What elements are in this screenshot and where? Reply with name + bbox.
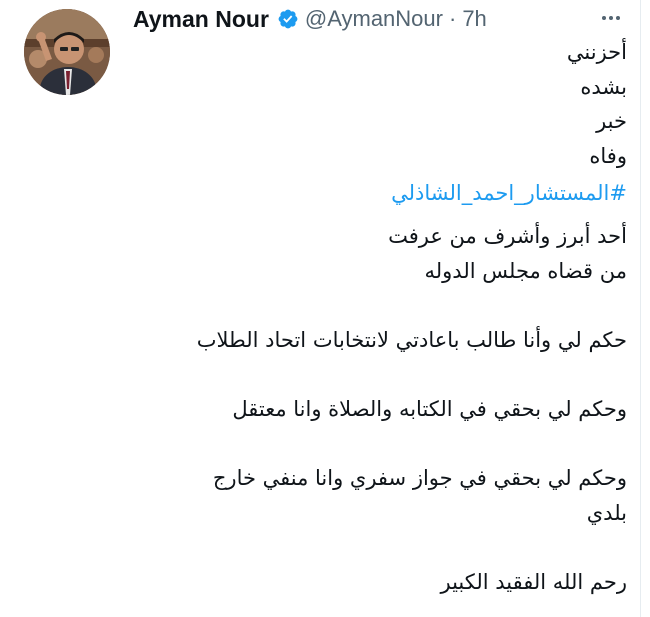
tweet-line: حكم لي وأنا طالب باعادتي لانتخابات اتحاد…	[196, 328, 627, 352]
tweet-line: بلدي	[586, 501, 627, 525]
more-options-icon[interactable]	[596, 6, 626, 30]
avatar[interactable]	[24, 9, 110, 95]
tweet-line: وفاه	[589, 144, 627, 168]
tweet-line: رحم الله الفقيد الكبير	[440, 570, 628, 594]
verified-badge-icon	[277, 8, 299, 30]
tweet-timestamp[interactable]: 7h	[462, 6, 486, 32]
tweet-line: خبر	[596, 109, 627, 133]
tweet-line: أحد أبرز وأشرف من عرفت	[388, 224, 627, 248]
tweet-line: أحزنني	[566, 40, 627, 64]
tweet-card[interactable]: Ayman Nour @AymanNour · 7h أحزنني بشده خ…	[0, 0, 641, 617]
tweet-line: وحكم لي بحقي في جواز سفري وانا منفي خارج	[212, 466, 627, 490]
author-handle[interactable]: @AymanNour	[305, 6, 443, 32]
profile-photo-image	[24, 9, 110, 95]
hashtag-link[interactable]: #المستشار_احمد_الشاذلي	[132, 174, 627, 212]
tweet-line: من قضاه مجلس الدوله	[424, 259, 628, 283]
separator-dot: ·	[448, 6, 457, 31]
tweet-line: وحكم لي بحقي في الكتابه والصلاة وانا معت…	[232, 397, 627, 421]
tweet-line: بشده	[580, 75, 627, 99]
tweet-text: أحزنني بشده خبر وفاه #المستشار_احمد_الشا…	[132, 34, 627, 600]
tweet-header: Ayman Nour @AymanNour · 7h	[133, 3, 487, 35]
author-name[interactable]: Ayman Nour	[133, 6, 269, 33]
